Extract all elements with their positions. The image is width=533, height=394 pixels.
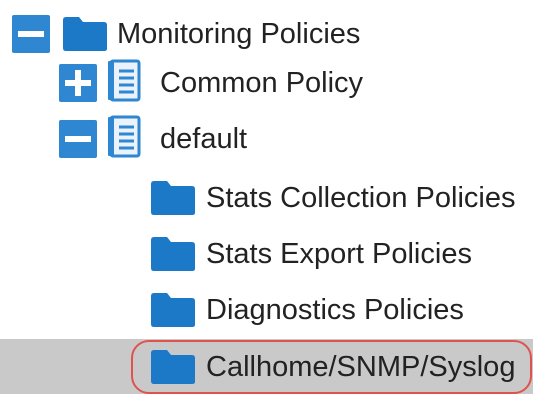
expand-icon[interactable] <box>59 64 97 102</box>
collapse-icon[interactable] <box>12 15 50 53</box>
tree-node-label: Common Policy <box>160 67 364 99</box>
tree-node-stats-export-policies[interactable]: Stats Export Policies <box>0 226 533 282</box>
tree-node-label: Monitoring Policies <box>117 18 361 50</box>
policy-document-icon <box>107 115 143 159</box>
tree-node-monitoring-policies[interactable]: Monitoring Policies <box>0 6 533 62</box>
tree-node-label: Stats Collection Policies <box>206 182 516 214</box>
tree-node-stats-collection-policies[interactable]: Stats Collection Policies <box>0 170 533 226</box>
folder-icon <box>150 236 196 272</box>
tree-node-common-policy[interactable]: Common Policy <box>0 55 533 111</box>
tree-node-label: default <box>160 123 248 155</box>
tree-node-default[interactable]: default <box>0 111 533 167</box>
tree-node-label: Stats Export Policies <box>206 238 472 270</box>
collapse-icon[interactable] <box>59 120 97 158</box>
monitoring-policies-tree: Monitoring Policies Common Policy defaul… <box>0 0 533 394</box>
folder-icon <box>150 180 196 216</box>
policy-document-icon <box>107 59 143 103</box>
tree-node-diagnostics-policies[interactable]: Diagnostics Policies <box>0 282 533 338</box>
selection-highlight-outline <box>131 340 532 394</box>
tree-node-label: Diagnostics Policies <box>206 294 464 326</box>
folder-icon <box>62 16 108 52</box>
folder-icon <box>150 292 196 328</box>
